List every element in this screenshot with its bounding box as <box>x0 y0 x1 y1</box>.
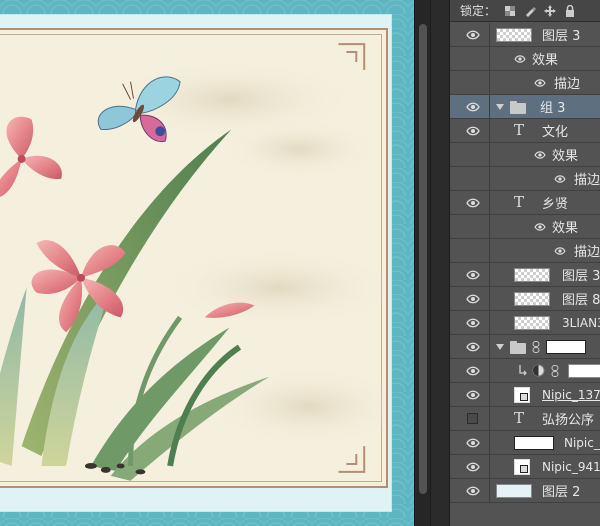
effect-label: 描边 <box>574 173 600 188</box>
layer-thumbnail <box>514 292 550 306</box>
text-layer-row[interactable]: T 乡贤 <box>450 191 600 215</box>
group-name: 组 3 <box>540 101 566 116</box>
eye-icon[interactable] <box>466 269 480 281</box>
brush-icon[interactable] <box>524 5 537 17</box>
effects-label: 效果 <box>552 149 579 164</box>
orchid-flower <box>0 116 62 197</box>
text-layer-row[interactable]: T 弘扬公序 <box>450 407 600 431</box>
layer-thumbnail <box>514 268 550 282</box>
orchid-leaf <box>0 287 27 466</box>
eye-icon[interactable] <box>534 78 546 88</box>
eye-icon[interactable] <box>466 293 480 305</box>
layer-name: 图层 3 <box>542 29 581 44</box>
orchid-painting <box>0 43 386 481</box>
layers-panel: 锁定： 图层 3 效果 描边 组 3 T 文化 效果 描边 T 乡贤 效果 描边… <box>450 0 600 526</box>
layer-row[interactable]: Nipic_ <box>450 431 600 455</box>
canvas-scrollbar[interactable] <box>414 0 430 526</box>
eye-icon[interactable] <box>534 150 546 160</box>
eye-icon[interactable] <box>466 101 480 113</box>
layer-name: 图层 2 <box>542 485 581 500</box>
layer-thumbnail <box>514 436 554 450</box>
link-icon[interactable] <box>532 341 540 353</box>
artwork-frame <box>0 28 388 488</box>
eye-icon[interactable] <box>466 341 480 353</box>
link-icon[interactable] <box>551 365 559 377</box>
effects-row[interactable]: 效果 <box>450 143 600 167</box>
eye-icon[interactable] <box>466 365 480 377</box>
layer-name: 图层 3 <box>562 269 600 284</box>
eye-icon[interactable] <box>466 29 480 41</box>
effects-label: 效果 <box>552 221 579 236</box>
move-icon[interactable] <box>544 4 557 17</box>
layer-name: 文化 <box>542 125 569 140</box>
layer-name: 图层 8 <box>562 293 600 308</box>
layer-thumbnail <box>496 28 532 42</box>
eye-icon[interactable] <box>466 125 480 137</box>
effects-label: 效果 <box>532 53 559 68</box>
text-layer-icon: T <box>514 121 525 139</box>
eye-icon[interactable] <box>466 437 480 449</box>
layer-name: Nipic_ <box>564 435 600 450</box>
text-layer-icon: T <box>514 193 525 211</box>
layer-row[interactable]: 3LIAN3 <box>450 311 600 335</box>
visibility-toggle[interactable] <box>467 413 478 424</box>
smart-object-icon <box>514 459 530 475</box>
layer-name: Nipic_137 <box>542 387 600 402</box>
mist-cloud <box>219 119 379 179</box>
group-row[interactable]: 组 3 <box>450 95 600 119</box>
effect-stroke-row[interactable]: 描边 <box>450 239 600 263</box>
mask-icon[interactable] <box>546 340 586 354</box>
chevron-down-icon[interactable] <box>496 344 504 350</box>
eye-icon[interactable] <box>466 461 480 473</box>
mist-cloud <box>160 248 386 328</box>
layer-thumbnail <box>514 316 550 330</box>
chevron-down-icon[interactable] <box>496 104 504 110</box>
layer-name: 弘扬公序 <box>542 413 595 428</box>
document-canvas[interactable] <box>0 0 414 526</box>
effect-stroke-row[interactable]: 描边 <box>450 71 600 95</box>
layer-row[interactable]: 图层 2 <box>450 479 600 503</box>
eye-icon[interactable] <box>466 485 480 497</box>
effects-row[interactable]: 效果 <box>450 47 600 71</box>
eye-icon[interactable] <box>466 389 480 401</box>
eye-icon[interactable] <box>554 246 566 256</box>
layer-row[interactable]: 图层 3 <box>450 263 600 287</box>
canvas-scroll-thumb[interactable] <box>419 24 427 494</box>
adjustment-icon <box>532 364 545 377</box>
clip-arrow-icon <box>519 365 527 376</box>
effects-row[interactable]: 效果 <box>450 215 600 239</box>
folder-icon <box>510 341 526 354</box>
text-layer-icon: T <box>514 409 525 427</box>
effect-label: 描边 <box>574 245 600 260</box>
eye-icon[interactable] <box>514 54 526 64</box>
layer-name: 3LIAN3 <box>562 315 600 330</box>
group-row[interactable] <box>450 335 600 359</box>
smart-object-row[interactable]: Nipic_941 <box>450 455 600 479</box>
layer-thumbnail <box>496 484 532 498</box>
eye-icon[interactable] <box>554 174 566 184</box>
lock-bar: 锁定： <box>450 0 600 22</box>
layer-row[interactable]: 图层 8 <box>450 287 600 311</box>
layers-list: 图层 3 效果 描边 组 3 T 文化 效果 描边 T 乡贤 效果 描边 图层 … <box>450 23 600 503</box>
lock-transparent-pixels-icon[interactable] <box>504 5 516 17</box>
eye-icon[interactable] <box>534 222 546 232</box>
mask-icon[interactable] <box>568 364 600 378</box>
folder-icon <box>510 101 526 114</box>
smart-object-icon <box>514 387 530 403</box>
eye-icon[interactable] <box>466 197 480 209</box>
eye-icon[interactable] <box>466 317 480 329</box>
layer-name: 乡贤 <box>542 197 569 212</box>
panel-divider[interactable] <box>430 0 450 526</box>
effect-label: 描边 <box>554 77 581 92</box>
layer-name: Nipic_941 <box>542 459 600 474</box>
layer-row[interactable]: 图层 3 <box>450 23 600 47</box>
lock-icon[interactable] <box>564 4 576 17</box>
lock-label: 锁定： <box>460 4 497 18</box>
adjustment-layer-row[interactable] <box>450 359 600 383</box>
effect-stroke-row[interactable]: 描边 <box>450 167 600 191</box>
mist-cloud <box>209 366 386 447</box>
text-layer-row[interactable]: T 文化 <box>450 119 600 143</box>
smart-object-row[interactable]: Nipic_137 <box>450 383 600 407</box>
photoshop-window: { "lock_bar": { "label": "锁定：" }, "layer… <box>0 0 600 526</box>
